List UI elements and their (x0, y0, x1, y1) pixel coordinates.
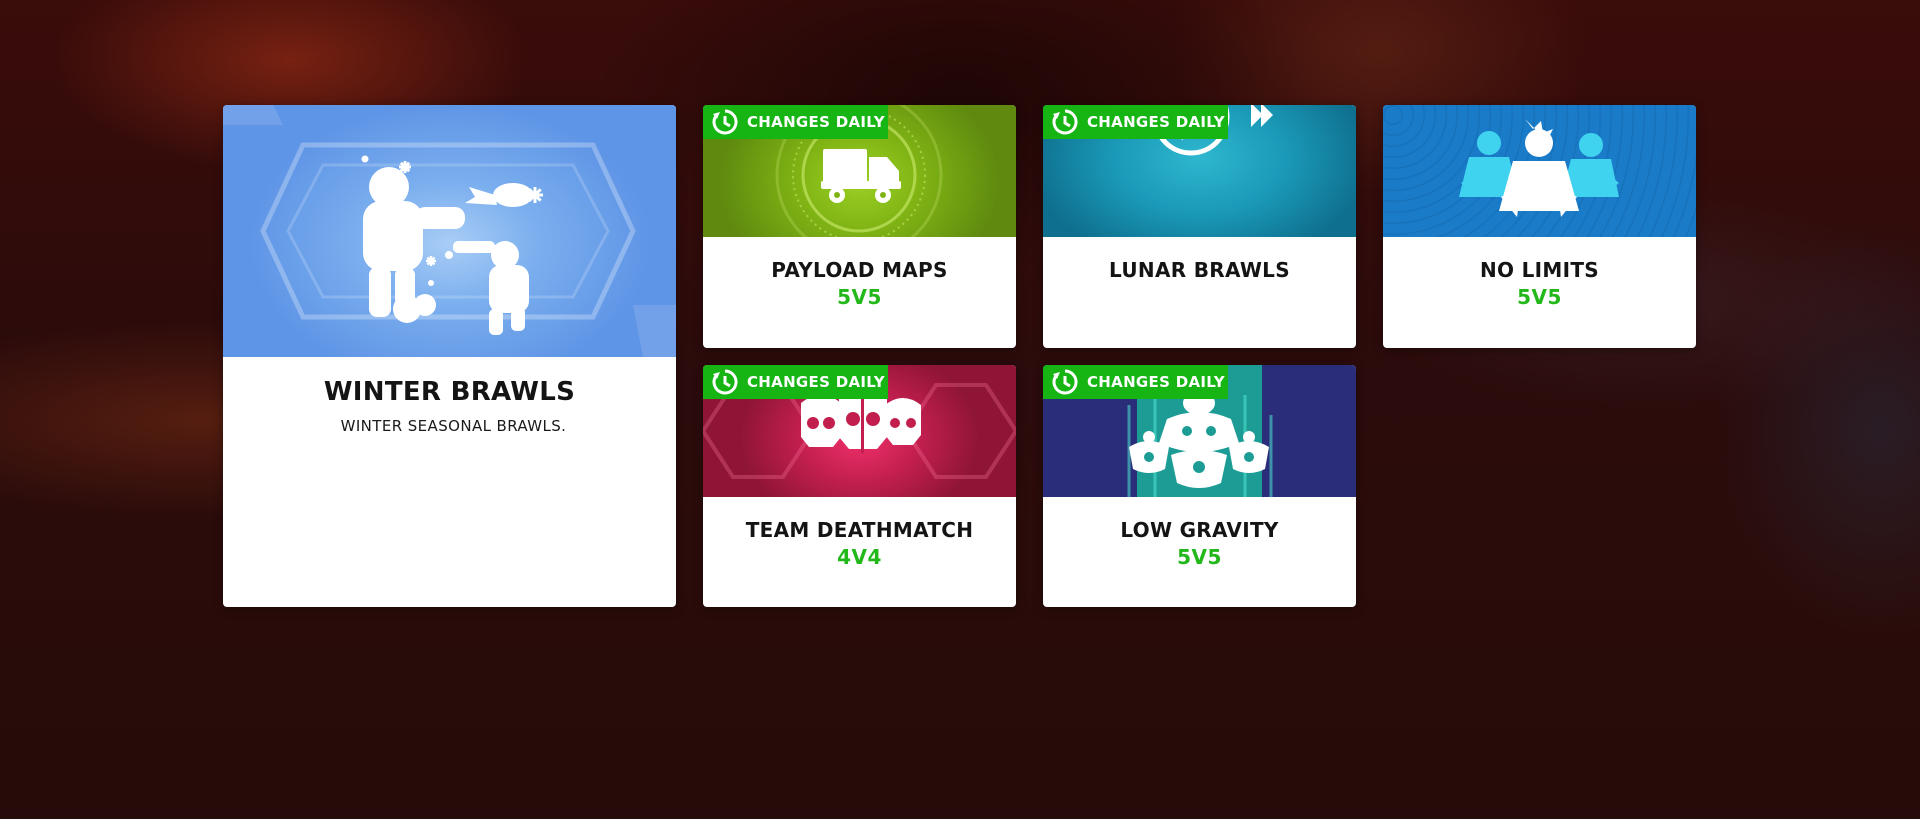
card-mode: 5V5 (837, 285, 882, 309)
card-title: LUNAR BRAWLS (1109, 258, 1290, 282)
card-mode: 4V4 (837, 545, 882, 569)
changes-daily-badge: CHANGES DAILY (1043, 105, 1228, 139)
clock-refresh-icon (712, 109, 738, 135)
card-title: PAYLOAD MAPS (771, 258, 948, 282)
card-title: LOW GRAVITY (1120, 518, 1279, 542)
card-description: WINTER SEASONAL BRAWLS. (340, 417, 567, 435)
card-body: LOW GRAVITY 5V5 (1043, 497, 1356, 571)
card-body: PAYLOAD MAPS 5V5 (703, 237, 1016, 311)
clock-refresh-icon (1052, 109, 1078, 135)
snowball-fight-icon (361, 155, 543, 335)
card-body: NO LIMITS 5V5 (1383, 237, 1696, 311)
card-body: WINTER BRAWLS WINTER SEASONAL BRAWLS. (223, 357, 676, 435)
clock-refresh-icon (1052, 369, 1078, 395)
changes-daily-badge: CHANGES DAILY (1043, 365, 1228, 399)
card-banner: CHANGES DAILY (703, 365, 1016, 497)
hero-group-icon (1459, 119, 1619, 217)
card-banner: CHANGES DAILY (1043, 105, 1356, 237)
card-winter-brawls[interactable]: WINTER BRAWLS WINTER SEASONAL BRAWLS. (223, 105, 676, 607)
card-body: TEAM DEATHMATCH 4V4 (703, 497, 1016, 571)
changes-daily-badge: CHANGES DAILY (703, 105, 888, 139)
card-mode: 5V5 (1177, 545, 1222, 569)
card-title: NO LIMITS (1480, 258, 1599, 282)
low-gravity-icon (1129, 391, 1269, 488)
card-low-gravity[interactable]: CHANGES DAILY LOW GRAVITY 5V5 (1043, 365, 1356, 607)
card-banner: CHANGES DAILY (1043, 365, 1356, 497)
card-body: LUNAR BRAWLS (1043, 237, 1356, 283)
card-no-limits[interactable]: NO LIMITS 5V5 (1383, 105, 1696, 348)
card-team-deathmatch[interactable]: CHANGES DAILY TEAM DEATHMATCH 4V4 (703, 365, 1016, 607)
card-mode: 5V5 (1517, 285, 1562, 309)
card-banner (1383, 105, 1696, 237)
card-title: WINTER BRAWLS (323, 377, 576, 407)
changes-daily-badge: CHANGES DAILY (703, 365, 888, 399)
card-banner (223, 105, 676, 357)
card-payload-maps[interactable]: CHANGES DAILY PAYLOAD MAPS 5V5 (703, 105, 1016, 348)
card-title: TEAM DEATHMATCH (745, 518, 974, 542)
clock-refresh-icon (712, 369, 738, 395)
card-lunar-brawls[interactable]: CHANGES DAILY LUNAR BRAWLS (1043, 105, 1356, 348)
card-banner: CHANGES DAILY (703, 105, 1016, 237)
payload-truck-icon (821, 149, 901, 203)
